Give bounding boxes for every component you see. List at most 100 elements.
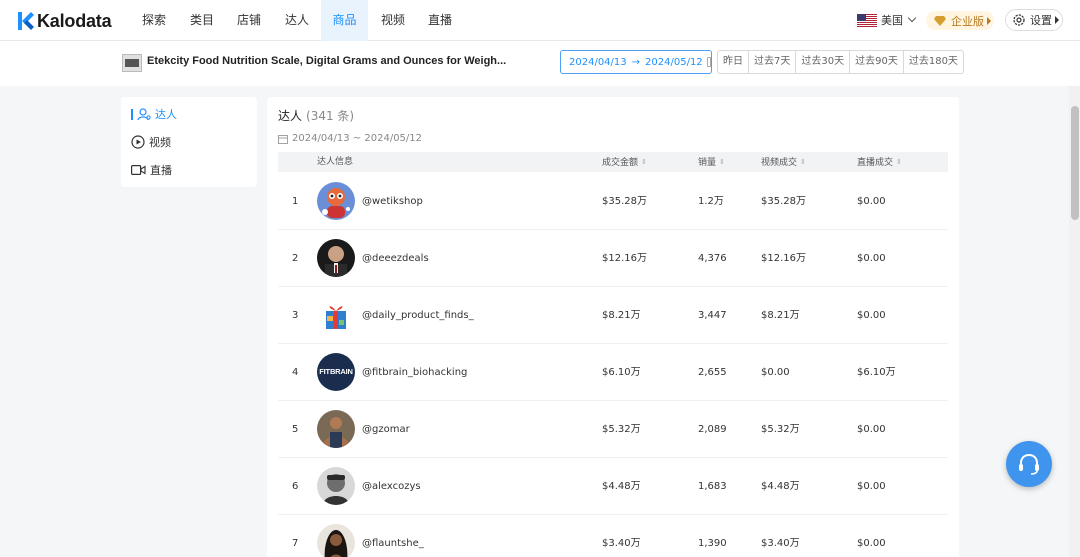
sales: 1.2万 — [698, 196, 724, 207]
active-indicator — [131, 108, 133, 120]
gmv: $3.40万 — [602, 538, 641, 549]
rank: 3 — [292, 310, 299, 321]
table-row[interactable]: 4 FITBRAIN @fitbrain_biohacking $6.10万 2… — [278, 344, 948, 401]
settings-button[interactable]: 设置 — [1005, 9, 1063, 31]
avatar[interactable] — [317, 182, 355, 220]
nav-shops[interactable]: 店铺 — [231, 0, 267, 41]
nav-videos[interactable]: 视频 — [375, 0, 411, 41]
product-thumbnail — [122, 54, 142, 72]
avatar[interactable] — [317, 239, 355, 277]
product-title: Etekcity Food Nutrition Scale, Digital G… — [147, 55, 507, 67]
enterprise-label: 企业版 — [951, 14, 984, 28]
avatar[interactable] — [317, 467, 355, 505]
creator-handle[interactable]: @wetikshop — [362, 173, 423, 230]
chevron-down-icon — [907, 13, 917, 23]
caret-right-icon — [987, 16, 991, 25]
sidebar-item-videos[interactable]: 视频 — [131, 133, 171, 151]
date-end: 2024/05/12 — [645, 56, 703, 68]
kalodata-logo-icon — [18, 12, 34, 30]
creator-handle[interactable]: @flauntshe_ — [362, 515, 424, 557]
table-row[interactable]: 1 @wetikshop $35.28万 1.2万 $35.28万 $0.00 — [278, 173, 948, 230]
sidebar-item-label: 视频 — [149, 136, 171, 149]
live-gmv: $0.00 — [857, 424, 886, 435]
sidebar-item-live[interactable]: 直播 — [131, 161, 172, 179]
quick-range-7d[interactable]: 过去7天 — [749, 51, 797, 73]
sidebar-item-creators[interactable]: 达人 — [131, 105, 177, 123]
rank: 5 — [292, 424, 299, 435]
result-count: (341 条) — [306, 109, 355, 123]
video-gmv: $5.32万 — [761, 424, 800, 435]
region-label: 美国 — [881, 14, 903, 27]
gmv: $8.21万 — [602, 310, 641, 321]
scrollbar-thumb[interactable] — [1071, 106, 1079, 220]
table-row[interactable]: 6 @alexcozys $4.48万 1,683 $4.48万 $0.00 — [278, 458, 948, 515]
quick-range-30d[interactable]: 过去30天 — [796, 51, 851, 73]
table-row[interactable]: 7 @flauntshe_ $3.40万 1,390 $3.40万 $0.00 — [278, 515, 948, 557]
video-camera-icon — [131, 165, 146, 176]
creator-handle[interactable]: @daily_product_finds_ — [362, 287, 474, 344]
col-label: 达人信息 — [317, 157, 354, 167]
nav-creators[interactable]: 达人 — [279, 0, 315, 41]
video-gmv: $3.40万 — [761, 538, 800, 549]
avatar[interactable] — [317, 410, 355, 448]
nav-live[interactable]: 直播 — [422, 0, 458, 41]
product-header: Etekcity Food Nutrition Scale, Digital G… — [0, 41, 1080, 86]
sort-icon: ⇕ — [641, 158, 647, 166]
quick-range-90d[interactable]: 过去90天 — [850, 51, 904, 73]
quick-range-yesterday[interactable]: 昨日 — [718, 51, 749, 73]
brand-name: Kalodata — [37, 10, 112, 31]
quick-range-180d[interactable]: 过去180天 — [904, 51, 963, 73]
col-label: 成交金额 — [602, 158, 639, 168]
date-arrow: → — [631, 56, 641, 68]
sales: 2,655 — [698, 367, 727, 378]
avatar-logo-text: FITBRAIN — [319, 367, 353, 376]
date-range-text: 2024/04/13 ~ 2024/05/12 — [292, 133, 423, 144]
avatar[interactable]: FITBRAIN — [317, 353, 355, 391]
avatar[interactable] — [317, 296, 355, 334]
nav-explore[interactable]: 探索 — [136, 0, 172, 41]
creator-handle[interactable]: @deeezdeals — [362, 230, 429, 287]
enterprise-badge[interactable]: 企业版 — [926, 11, 994, 30]
live-gmv: $0.00 — [857, 196, 886, 207]
rank: 6 — [292, 481, 299, 492]
rank: 7 — [292, 538, 299, 549]
panel-title: 达人 (341 条) — [278, 107, 354, 124]
avatar[interactable] — [317, 524, 355, 557]
table-row[interactable]: 2 @deeezdeals $12.16万 4,376 $12.16万 $0.0… — [278, 230, 948, 287]
col-label: 销量 — [698, 158, 717, 168]
settings-label: 设置 — [1030, 14, 1052, 27]
nav-categories[interactable]: 类目 — [184, 0, 220, 41]
date-range-picker[interactable]: 2024/04/13 → 2024/05/12 — [560, 50, 712, 74]
table-row[interactable]: 5 @gzomar $5.32万 2,089 $5.32万 $0.00 — [278, 401, 948, 458]
sidebar-menu: 达人 视频 直播 — [121, 97, 257, 187]
caret-right-icon — [1055, 16, 1059, 24]
video-gmv: $4.48万 — [761, 481, 800, 492]
kalodata-logo[interactable]: Kalodata — [18, 10, 112, 32]
rank: 1 — [292, 196, 299, 207]
creator-handle[interactable]: @alexcozys — [362, 458, 421, 515]
creator-handle[interactable]: @gzomar — [362, 401, 410, 458]
creator-icon — [137, 108, 151, 121]
customer-support-button[interactable] — [1006, 441, 1052, 487]
creator-handle[interactable]: @fitbrain_biohacking — [362, 344, 467, 401]
gear-icon — [1013, 14, 1025, 26]
sales: 1,390 — [698, 538, 727, 549]
nav-products[interactable]: 商品 — [321, 0, 368, 41]
rank: 4 — [292, 367, 299, 378]
col-live-gmv[interactable]: 直播成交 ⇕ — [857, 152, 902, 172]
sidebar-item-label: 直播 — [150, 164, 172, 177]
table-row[interactable]: 3 @daily_product_finds_ $8.21万 3,447 $8.… — [278, 287, 948, 344]
video-gmv: $8.21万 — [761, 310, 800, 321]
sales: 4,376 — [698, 253, 727, 264]
col-sales[interactable]: 销量 ⇕ — [698, 152, 725, 172]
play-circle-icon — [131, 135, 145, 149]
live-gmv: $0.00 — [857, 538, 886, 549]
region-selector[interactable]: 美国 — [857, 12, 917, 28]
col-gmv[interactable]: 成交金额 ⇕ — [602, 152, 647, 172]
live-gmv: $0.00 — [857, 481, 886, 492]
col-video-gmv[interactable]: 视频成交 ⇕ — [761, 152, 806, 172]
date-start: 2024/04/13 — [569, 56, 627, 68]
gmv: $5.32万 — [602, 424, 641, 435]
video-gmv: $35.28万 — [761, 196, 806, 207]
sales: 3,447 — [698, 310, 727, 321]
